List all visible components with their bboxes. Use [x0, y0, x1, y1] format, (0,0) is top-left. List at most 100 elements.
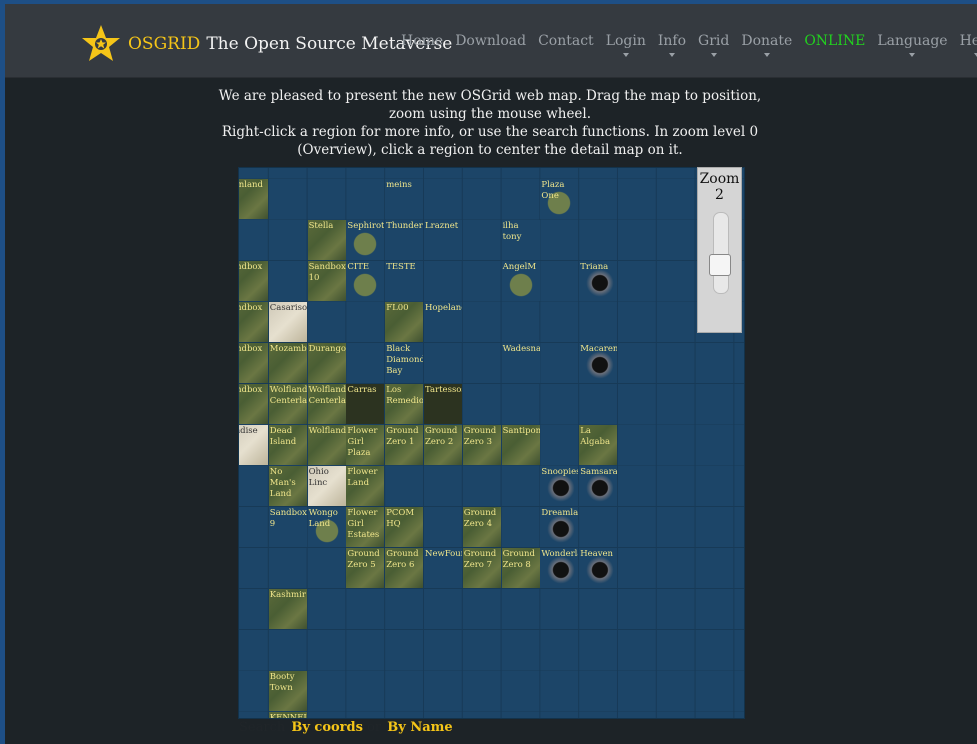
map-region-tile[interactable]: Plaza One [540, 179, 579, 219]
map-region-tile[interactable]: Ground Zero 5 [346, 548, 385, 588]
map-region-tile[interactable]: Booty Town [268, 671, 307, 711]
search-label: Search [239, 720, 286, 735]
map-region-tile[interactable]: Ground Zero 7 [462, 548, 501, 588]
map-region-tile[interactable]: Ground Zero 8 [501, 548, 540, 588]
map-region-tile[interactable]: Thunder [385, 220, 424, 260]
map-region-label: radise [239, 426, 258, 436]
map-region-tile[interactable]: Hopeland [424, 302, 462, 342]
nav-home[interactable]: Home [401, 33, 443, 49]
map-region-tile[interactable]: Flower Girl Plaza [346, 425, 385, 465]
chevron-down-icon [763, 53, 770, 57]
map-region-label: Wolfland Centerland [308, 385, 346, 406]
map-region-tile[interactable]: Heaven [579, 548, 618, 588]
map-region-tile[interactable]: andbox [239, 384, 268, 424]
map-region-tile[interactable]: Wolfland Centerland [268, 384, 307, 424]
nav-language[interactable]: Language [877, 33, 948, 57]
map-region-tile[interactable]: Wonderland [540, 548, 579, 588]
map-region-tile[interactable]: Macarena [579, 343, 618, 383]
star-logo-icon [82, 25, 120, 61]
map-region-tile[interactable]: Triana [579, 261, 618, 301]
map-region-tile[interactable]: Ground Zero 2 [424, 425, 462, 465]
map-region-tile[interactable]: Lraznet [424, 220, 462, 260]
map-region-tile[interactable]: Snoopies [540, 466, 579, 506]
map-region-tile[interactable]: Wongo Land [307, 507, 346, 547]
world-map[interactable]: ainland meins Plaza One Stella SephirotThund… [238, 167, 745, 719]
map-region-tile[interactable]: Kashmir [268, 589, 307, 629]
brand[interactable]: OSGRID The Open Source Metaverse [80, 23, 452, 65]
map-region-label: Mozambi [269, 344, 307, 354]
map-region-tile[interactable]: Tartessos [424, 384, 462, 424]
map-region-tile[interactable]: TESTE [385, 261, 424, 301]
map-region-tile[interactable]: Wolfland Centerland [307, 384, 346, 424]
map-region-label: Wolfland [308, 426, 346, 436]
map-region-tile[interactable]: No Man's Land [268, 466, 307, 506]
map-region-label: Ground Zero 7 [463, 549, 497, 570]
map-region-tile[interactable]: CITE [346, 261, 385, 301]
map-region-tile[interactable]: Ground Zero 6 [385, 548, 424, 588]
map-region-tile[interactable]: meins [385, 179, 424, 219]
map-region-label: andbox [239, 262, 263, 272]
map-region-tile[interactable]: Sandbox 9 [268, 507, 307, 547]
nav-help[interactable]: Help [960, 33, 977, 57]
map-region-tile[interactable]: PCOM HQ [385, 507, 424, 547]
map-region-tile[interactable]: ainland [239, 179, 268, 219]
map-region-label: Stella [308, 221, 334, 231]
map-region-tile[interactable]: La Algaba [579, 425, 618, 465]
map-region-tile[interactable]: Durango [307, 343, 346, 383]
nav-donate[interactable]: Donate [741, 33, 792, 57]
map-region-tile[interactable]: FL00 [385, 302, 424, 342]
map-region-label: andbox [239, 344, 263, 354]
map-region-label: Santiponce [502, 426, 540, 436]
zoom-level: 2 [715, 187, 724, 203]
nav-grid[interactable]: Grid [698, 33, 729, 57]
map-region-tile[interactable]: Sandbox 10 [307, 261, 346, 301]
map-region-tile[interactable]: Casarisol [268, 302, 307, 342]
map-region-tile[interactable]: andbox [239, 343, 268, 383]
map-region-tile[interactable]: Carras [346, 384, 385, 424]
map-region-tile[interactable]: NewFound [424, 548, 462, 588]
map-region-tile[interactable]: Ohio Linc [307, 466, 346, 506]
map-region-label: PCOM HQ [386, 508, 415, 529]
search-by-name-link[interactable]: By Name [387, 720, 452, 735]
window-frame-left [0, 0, 5, 744]
nav-info[interactable]: Info [658, 33, 686, 57]
map-region-tile[interactable]: KENNEL [268, 712, 307, 719]
map-region-tile[interactable]: Wadesnar [501, 343, 540, 383]
map-region-tile[interactable]: Samsara [579, 466, 618, 506]
map-region-tile[interactable]: Black Diamond Bay [385, 343, 424, 383]
zoom-slider-thumb[interactable] [709, 254, 731, 276]
nav-login[interactable]: Login [606, 33, 646, 57]
map-region-tile[interactable]: Flower Land [346, 466, 385, 506]
map-region-label: Dreamland [541, 508, 579, 518]
map-region-label: Wonderland [541, 549, 578, 559]
map-region-label: KENNEL [269, 713, 307, 719]
map-region-tile[interactable]: andbox [239, 302, 268, 342]
search-by-coords-link[interactable]: By coords [291, 720, 363, 735]
map-region-tile[interactable]: andbox [239, 261, 268, 301]
map-region-tile[interactable]: Dead Island [268, 425, 307, 465]
map-region-tile[interactable]: radise [239, 425, 268, 465]
map-region-tile[interactable]: Stella [307, 220, 346, 260]
map-region-tile[interactable]: Mozambi [268, 343, 307, 383]
map-region-tile[interactable]: Ground Zero 1 [385, 425, 424, 465]
nav-contact[interactable]: Contact [538, 33, 594, 49]
map-region-tile[interactable]: Los Remedios [385, 384, 424, 424]
intro-line-2: Right-click a region for more info, or u… [221, 124, 759, 158]
intro-line-1: We are pleased to present the new OSGrid… [218, 88, 762, 122]
map-region-tile[interactable]: ilha tony [501, 220, 540, 260]
nav-online[interactable]: ONLINE [804, 33, 865, 49]
map-region-tile[interactable]: Flower Girl Estates [346, 507, 385, 547]
nav-download[interactable]: Download [455, 33, 526, 49]
map-region-tile[interactable]: Ground Zero 4 [462, 507, 501, 547]
brand-name[interactable]: OSGRID [128, 34, 200, 54]
map-region-label: Plaza One [541, 180, 565, 201]
map-region-tile[interactable]: Wolfland [307, 425, 346, 465]
map-region-tile[interactable]: Ground Zero 3 [462, 425, 501, 465]
map-region-label: FL00 [386, 303, 409, 313]
map-region-tile[interactable]: AngelM [501, 261, 540, 301]
zoom-slider-track[interactable] [713, 212, 729, 294]
map-region-tile[interactable]: Dreamland [540, 507, 579, 547]
map-region-tile[interactable]: Santiponce [501, 425, 540, 465]
map-region-tile[interactable]: Sephirot [346, 220, 385, 260]
map-region-label: Triana [580, 262, 609, 272]
